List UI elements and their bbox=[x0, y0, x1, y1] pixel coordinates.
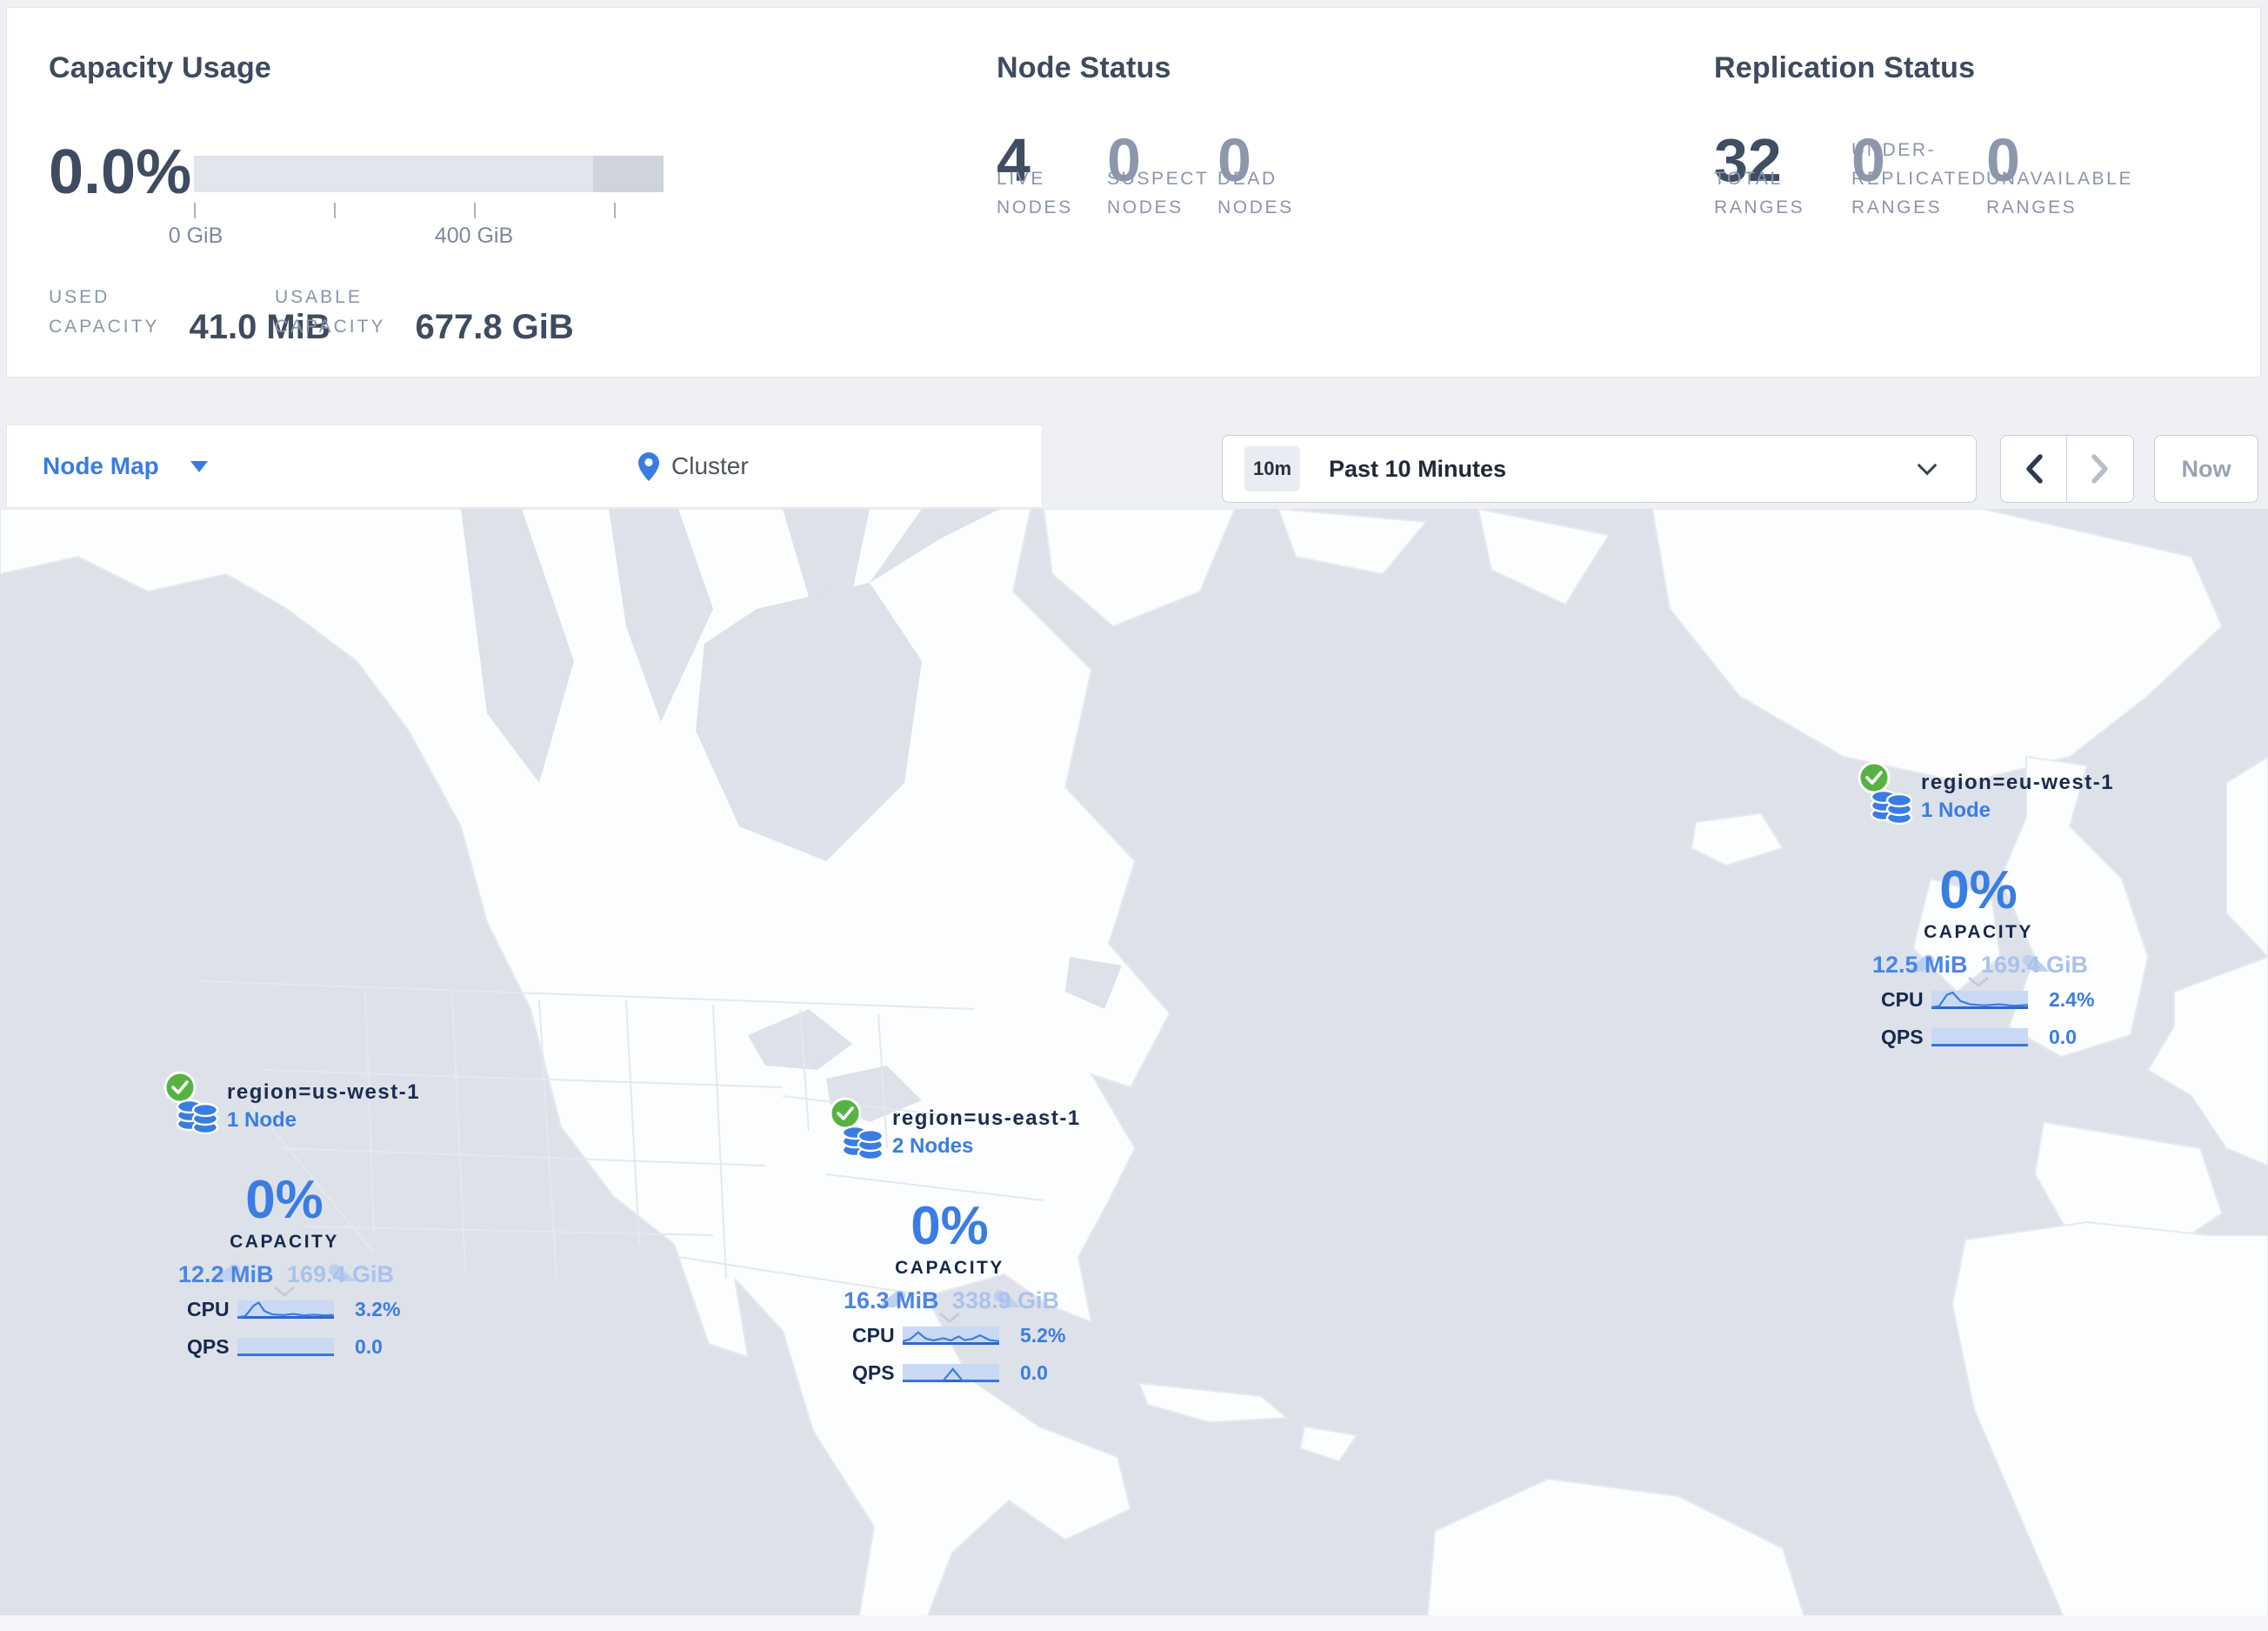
map-bottom-strip bbox=[0, 1615, 2268, 1631]
now-button[interactable]: Now bbox=[2154, 435, 2258, 503]
time-back-button[interactable] bbox=[2001, 436, 2067, 502]
time-pager bbox=[2000, 435, 2134, 503]
under-replicated-label: UNDER- REPLICATED RANGES bbox=[1851, 140, 1988, 217]
cpu-row: CPU 2.4% bbox=[1881, 988, 2095, 1011]
time-range-badge: 10m bbox=[1244, 446, 1300, 491]
qps-row: QPS 0.0 bbox=[852, 1361, 1048, 1384]
region-capacity-label: CAPACITY bbox=[230, 1232, 339, 1252]
region-marker-eu-west-1[interactable]: region=eu-west-1 1 Node 0% CAPACITY 12.5… bbox=[1857, 759, 2126, 1072]
usable-capacity-stat: USABLE CAPACITY 677.8 GiB bbox=[275, 283, 574, 346]
time-range-dropdown[interactable]: 10m Past 10 Minutes bbox=[1222, 435, 1977, 503]
time-range-label: Past 10 Minutes bbox=[1329, 455, 1507, 482]
axis-tick bbox=[334, 203, 336, 218]
cpu-row: CPU 5.2% bbox=[852, 1324, 1066, 1347]
region-title[interactable]: region=eu-west-1 bbox=[1921, 771, 2114, 795]
capacity-bar: 0 GiB 400 GiB bbox=[169, 156, 664, 248]
qps-sparkline bbox=[237, 1338, 334, 1356]
capacity-percent: 0.0% bbox=[49, 137, 192, 207]
axis-tick bbox=[194, 203, 196, 218]
region-title[interactable]: region=us-west-1 bbox=[227, 1080, 420, 1105]
unavailable-label: UNAVAILABLE RANGES bbox=[1986, 169, 2134, 217]
region-marker-us-east-1[interactable]: region=us-east-1 2 Nodes 0% CAPACITY 16.… bbox=[828, 1094, 1097, 1407]
axis-label-zero: 0 GiB bbox=[168, 224, 223, 248]
region-capacity-values: 12.2 MiB 169.4 GiB bbox=[178, 1261, 394, 1287]
live-nodes-label: LIVE NODES bbox=[997, 169, 1073, 217]
capacity-bar-track bbox=[194, 156, 664, 192]
time-forward-button[interactable] bbox=[2067, 436, 2133, 502]
qps-row: QPS 0.0 bbox=[1881, 1026, 2077, 1048]
usable-capacity-value: 677.8 GiB bbox=[415, 308, 574, 346]
breadcrumb[interactable]: Cluster bbox=[638, 425, 749, 507]
now-button-label: Now bbox=[2181, 455, 2231, 482]
chevron-left-icon bbox=[2025, 454, 2043, 484]
cpu-sparkline bbox=[237, 1300, 334, 1319]
node-status-title: Node Status bbox=[997, 51, 1171, 84]
breadcrumb-label: Cluster bbox=[671, 452, 749, 479]
region-capacity-values: 16.3 MiB 338.9 GiB bbox=[844, 1287, 1059, 1313]
axis-label-400: 400 GiB bbox=[434, 224, 514, 248]
caret-down-icon bbox=[190, 460, 208, 472]
total-ranges-label: TOTAL RANGES bbox=[1714, 169, 1805, 217]
qps-sparkline bbox=[1931, 1028, 2028, 1046]
capacity-bar-nonusable bbox=[593, 156, 664, 192]
map-pin-icon bbox=[638, 451, 659, 481]
chevron-right-icon bbox=[2091, 454, 2108, 484]
cpu-row: CPU 3.2% bbox=[187, 1298, 401, 1320]
region-capacity-values: 12.5 MiB 169.4 GiB bbox=[1872, 952, 2088, 978]
region-capacity-percent: 0% bbox=[1939, 860, 2018, 920]
used-capacity-label: USED CAPACITY bbox=[49, 287, 160, 337]
dead-nodes-label: DEAD NODES bbox=[1217, 169, 1294, 217]
cluster-overview-card: Capacity Usage 0.0% 0 GiB 400 GiB USED C… bbox=[6, 7, 2261, 378]
region-capacity-percent: 0% bbox=[911, 1196, 989, 1256]
chevron-down-icon bbox=[1917, 455, 1938, 476]
replication-status-title: Replication Status bbox=[1714, 51, 1976, 84]
cpu-sparkline bbox=[1931, 991, 2028, 1009]
suspect-nodes-label: SUSPECT NODES bbox=[1107, 169, 1210, 217]
axis-tick bbox=[474, 203, 476, 218]
qps-row: QPS 0.0 bbox=[187, 1335, 383, 1358]
region-capacity-percent: 0% bbox=[245, 1170, 324, 1230]
axis-tick bbox=[614, 203, 616, 218]
region-capacity-label: CAPACITY bbox=[895, 1258, 1004, 1278]
map-toolbar: Node Map Cluster bbox=[6, 424, 1043, 508]
region-marker-us-west-1[interactable]: region=us-west-1 1 Node 0% CAPACITY 12.2… bbox=[163, 1068, 432, 1381]
region-title[interactable]: region=us-east-1 bbox=[892, 1106, 1081, 1131]
qps-sparkline bbox=[903, 1364, 999, 1382]
cpu-sparkline bbox=[903, 1327, 999, 1345]
view-mode-label: Node Map bbox=[43, 452, 159, 479]
view-mode-dropdown[interactable]: Node Map bbox=[43, 425, 208, 507]
region-capacity-label: CAPACITY bbox=[1924, 922, 2033, 942]
usable-capacity-label: USABLE CAPACITY bbox=[275, 287, 386, 337]
capacity-usage-title: Capacity Usage bbox=[49, 51, 272, 84]
